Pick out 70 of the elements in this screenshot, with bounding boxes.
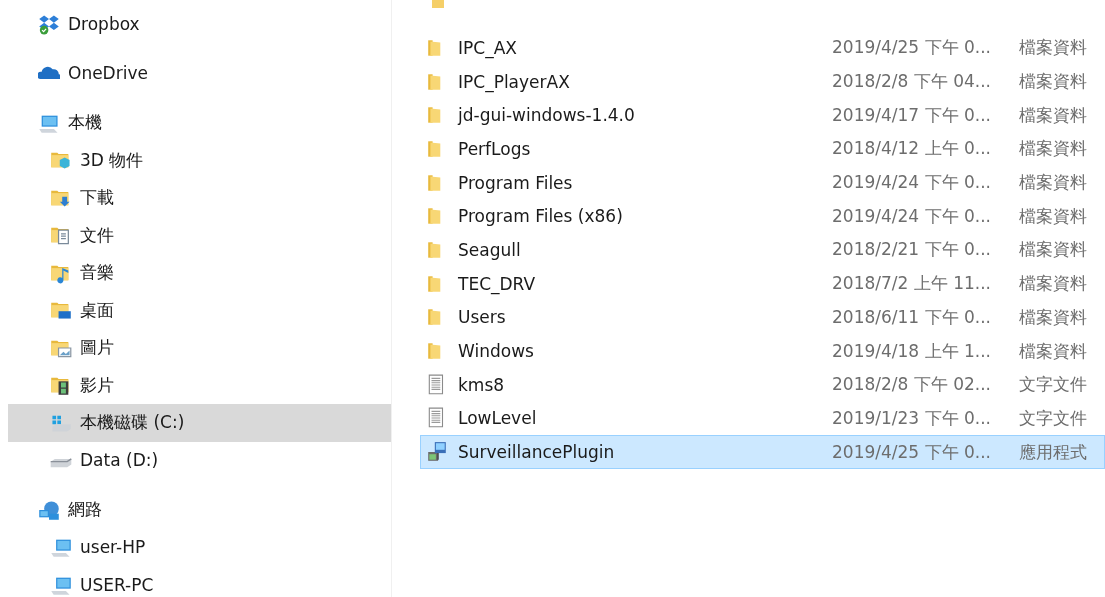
sidebar-item[interactable]: Data (D:): [8, 441, 391, 479]
sidebar-item[interactable]: 下載: [8, 179, 391, 217]
file-type: 檔案資料: [1019, 103, 1087, 127]
file-type: 應用程式: [1019, 440, 1087, 464]
sidebar-item[interactable]: 3D 物件: [8, 141, 391, 179]
sidebar-item[interactable]: 音樂: [8, 254, 391, 292]
modified-date: 2018/2/8 下午 02...: [832, 373, 992, 397]
modified-date: 2019/4/24 下午 0...: [832, 204, 992, 228]
modified-date: 2018/6/11 下午 0...: [832, 305, 992, 329]
file-type: 檔案資料: [1019, 238, 1087, 262]
file-type: 文字文件: [1019, 373, 1087, 397]
file-row[interactable]: jd-gui-windows-1.4.0 2019/4/17 下午 0... 檔案資料: [420, 98, 1105, 133]
modified-date: 2019/1/23 下午 0...: [832, 406, 992, 430]
modified-date: 2019/4/17 下午 0...: [832, 103, 992, 127]
sidebar-item[interactable]: OneDrive: [8, 54, 391, 92]
installer-icon: [426, 441, 448, 464]
drive-icon: [50, 458, 72, 469]
file-name: jd-gui-windows-1.4.0: [458, 105, 636, 126]
file-type: 檔案資料: [1019, 36, 1087, 60]
modified-date: 2019/4/25 下午 0...: [832, 440, 992, 464]
modified-date: 2018/2/21 下午 0...: [832, 238, 992, 262]
file-row[interactable]: kms8 2018/2/8 下午 02... 文字文件: [420, 367, 1105, 402]
sidebar-item[interactable]: 本機: [8, 104, 391, 142]
modified-date: 2019/4/18 上午 1...: [832, 339, 992, 363]
file-row[interactable]: Program Files 2019/4/24 下午 0... 檔案資料: [420, 165, 1105, 200]
modified-date: 2018/4/12 上午 0...: [832, 137, 992, 161]
sidebar-item[interactable]: 本機磁碟 (C:): [8, 404, 391, 442]
file-name: Users: [458, 307, 507, 328]
file-name: Seagull: [458, 239, 522, 260]
modified-date: 2019/4/24 下午 0...: [832, 171, 992, 195]
sidebar-item[interactable]: user-HP: [8, 528, 391, 566]
file-type: 檔案資料: [1019, 339, 1087, 363]
file-name: Program Files (x86): [458, 206, 624, 227]
file-name: LowLevel: [458, 408, 538, 429]
file-type: 檔案資料: [1019, 272, 1087, 296]
file-name: PerfLogs: [458, 138, 532, 159]
file-row[interactable]: LowLevel 2019/1/23 下午 0... 文字文件: [420, 401, 1105, 436]
file-name: Windows: [458, 341, 535, 362]
file-name: IPC_AX: [458, 37, 518, 58]
modified-date: 2018/7/2 上午 11...: [832, 272, 992, 296]
sidebar-item[interactable]: USER-PC: [8, 566, 391, 597]
file-name: SurveillancePlugin: [458, 442, 616, 463]
file-row[interactable]: SurveillancePlugin 2019/4/25 下午 0... 應用程式: [420, 435, 1105, 469]
sidebar-item[interactable]: 桌面: [8, 291, 391, 329]
file-row[interactable]: IPC_AX 2019/4/25 下午 0... 檔案資料: [420, 31, 1105, 65]
file-row[interactable]: PerfLogs 2018/4/12 上午 0... 檔案資料: [420, 132, 1105, 166]
network-icon: [38, 498, 60, 521]
file-type: 文字文件: [1019, 406, 1087, 430]
modified-date: 2018/2/8 下午 04...: [832, 70, 992, 94]
file-row[interactable]: Program Files (x86) 2019/4/24 下午 0... 檔案資料: [420, 199, 1105, 234]
sidebar-item[interactable]: 圖片: [8, 329, 391, 367]
file-row[interactable]: TEC_DRV 2018/7/2 上午 11... 檔案資料: [420, 266, 1105, 301]
file-type: 檔案資料: [1019, 137, 1087, 161]
file-type: 檔案資料: [1019, 70, 1087, 94]
file-name: Program Files: [458, 172, 574, 193]
file-row[interactable]: Windows 2019/4/18 上午 1... 檔案資料: [420, 334, 1105, 368]
file-type: 檔案資料: [1019, 171, 1087, 195]
file-name: kms8: [458, 374, 506, 395]
sidebar-item[interactable]: 影片: [8, 366, 391, 404]
file-type: 檔案資料: [1019, 204, 1087, 228]
file-name: TEC_DRV: [458, 273, 537, 294]
sidebar-item[interactable]: 網路: [8, 491, 391, 529]
file-name: IPC_PlayerAX: [458, 71, 571, 92]
sidebar-item[interactable]: 文件: [8, 216, 391, 254]
file-type: 檔案資料: [1019, 305, 1087, 329]
sidebar-item[interactable]: Dropbox: [8, 5, 391, 43]
file-row[interactable]: Users 2018/6/11 下午 0... 檔案資料: [420, 300, 1105, 335]
modified-date: 2019/4/25 下午 0...: [832, 36, 992, 60]
file-row[interactable]: Seagull 2018/2/21 下午 0... 檔案資料: [420, 233, 1105, 267]
file-row[interactable]: IPC_PlayerAX 2018/2/8 下午 04... 檔案資料: [420, 64, 1105, 99]
